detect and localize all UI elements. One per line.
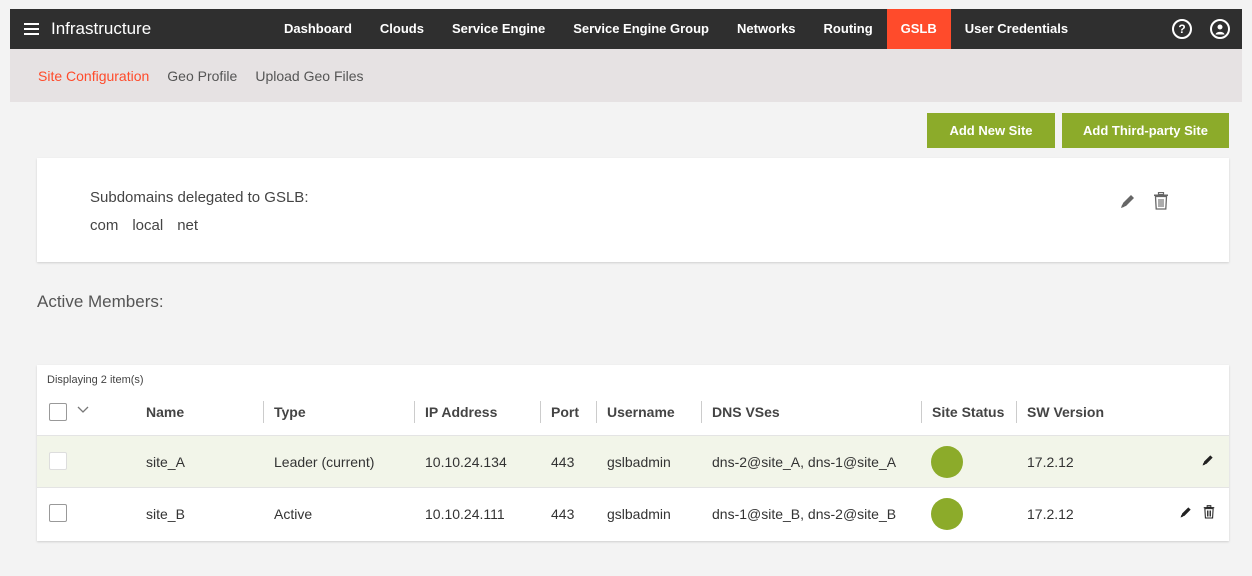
column-header-dns-vses[interactable]: DNS VSes (701, 401, 780, 423)
table-header: Name Type IP Address Port Username DNS V… (37, 396, 1229, 435)
table-row[interactable]: site_B Active 10.10.24.111 443 gslbadmin… (37, 487, 1229, 539)
column-header-port[interactable]: Port (540, 401, 579, 423)
user-account-icon[interactable] (1210, 19, 1230, 39)
subdomains-title: Subdomains delegated to GSLB: (90, 189, 309, 206)
row-checkbox[interactable] (49, 504, 67, 522)
subdomain-item: com (90, 217, 119, 234)
site-username: gslbadmin (607, 506, 671, 522)
item-count: Displaying 2 item(s) (47, 374, 144, 386)
site-dns-vses: dns-1@site_B, dns-2@site_B (712, 506, 897, 522)
subdomain-list: com local net (90, 217, 198, 234)
edit-pencil-icon[interactable] (1201, 453, 1215, 467)
table-row[interactable]: site_A Leader (current) 10.10.24.134 443… (37, 435, 1229, 487)
hamburger-menu-icon[interactable] (24, 23, 39, 35)
site-name: site_A (146, 454, 185, 470)
app-title: Infrastructure (51, 19, 152, 38)
add-third-party-site-button[interactable]: Add Third-party Site (1062, 113, 1229, 148)
top-bar: Infrastructure Dashboard Clouds Service … (10, 9, 1242, 49)
nav-gslb[interactable]: GSLB (886, 9, 951, 49)
column-header-username[interactable]: Username (596, 401, 675, 423)
active-members-title: Active Members: (37, 292, 164, 311)
subdomains-card: Subdomains delegated to GSLB: com local … (37, 158, 1229, 262)
nav-routing[interactable]: Routing (810, 9, 887, 49)
row-checkbox[interactable] (49, 452, 67, 470)
site-type: Active (274, 506, 313, 522)
nav-clouds[interactable]: Clouds (366, 9, 438, 49)
chevron-down-icon[interactable] (77, 406, 89, 414)
site-sw-version: 17.2.12 (1027, 506, 1074, 522)
site-type: Leader (current) (274, 454, 375, 470)
add-new-site-button[interactable]: Add New Site (927, 113, 1055, 148)
subnav-upload-geo-files[interactable]: Upload Geo Files (255, 68, 363, 84)
column-header-name[interactable]: Name (136, 401, 184, 423)
delete-subdomains-trash-icon[interactable] (1153, 192, 1169, 210)
app-brand: Infrastructure (10, 19, 270, 39)
column-header-type[interactable]: Type (263, 401, 306, 423)
site-dns-vses: dns-2@site_A, dns-1@site_A (712, 454, 897, 470)
site-status-indicator (931, 498, 963, 530)
column-header-ip-address[interactable]: IP Address (414, 401, 497, 423)
select-all-checkbox[interactable] (49, 403, 67, 421)
subnav-site-configuration[interactable]: Site Configuration (38, 68, 149, 84)
subnav-geo-profile[interactable]: Geo Profile (167, 68, 237, 84)
site-sw-version: 17.2.12 (1027, 454, 1074, 470)
subdomain-item: net (177, 217, 199, 234)
site-port: 443 (551, 506, 575, 522)
site-ip-address: 10.10.24.111 (425, 506, 505, 522)
edit-pencil-icon[interactable] (1179, 505, 1193, 519)
sub-nav: Site Configuration Geo Profile Upload Ge… (10, 49, 1242, 102)
delete-trash-icon[interactable] (1203, 505, 1215, 519)
site-status-indicator (931, 446, 963, 478)
column-header-sw-version[interactable]: SW Version (1016, 401, 1104, 423)
column-header-site-status[interactable]: Site Status (921, 401, 1004, 423)
site-ip-address: 10.10.24.134 (425, 454, 507, 470)
members-table: Displaying 2 item(s) Name Type IP Addres… (37, 365, 1229, 541)
main-nav: Dashboard Clouds Service Engine Service … (270, 9, 1082, 49)
nav-service-engine[interactable]: Service Engine (438, 9, 559, 49)
subdomain-item: local (132, 217, 164, 234)
nav-user-credentials[interactable]: User Credentials (951, 9, 1082, 49)
site-port: 443 (551, 454, 575, 470)
nav-dashboard[interactable]: Dashboard (270, 9, 366, 49)
nav-networks[interactable]: Networks (723, 9, 810, 49)
nav-service-engine-group[interactable]: Service Engine Group (559, 9, 723, 49)
site-username: gslbadmin (607, 454, 671, 470)
help-icon[interactable]: ? (1172, 19, 1192, 39)
edit-subdomains-pencil-icon[interactable] (1119, 192, 1137, 210)
site-name: site_B (146, 506, 185, 522)
